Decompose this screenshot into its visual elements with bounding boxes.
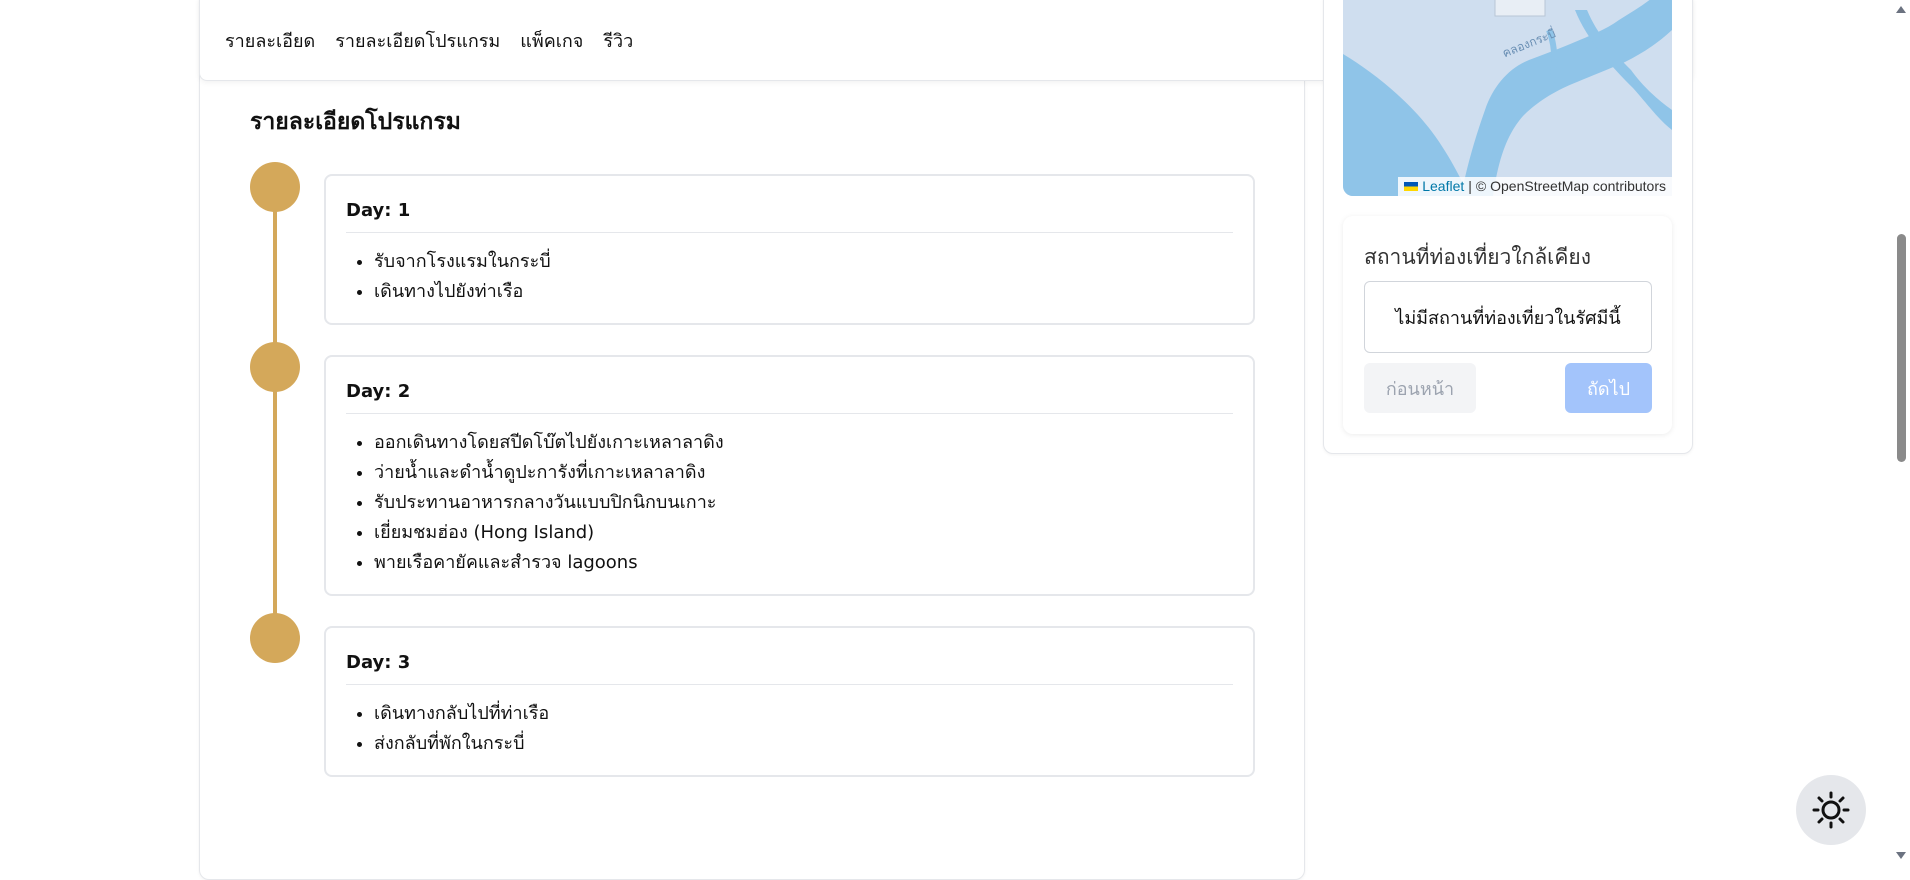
- activity-item: ว่ายน้ำและดำน้ำดูปะการังที่เกาะเหลาลาดิง: [374, 458, 1233, 488]
- activity-item: เดินทางไปยังท่าเรือ: [374, 277, 1233, 307]
- day-activity-list: ออกเดินทางโดยสปีดโบ๊ตไปยังเกาะเหลาลาดิง …: [346, 414, 1233, 594]
- tab-list: รายละเอียด รายละเอียดโปรแกรม แพ็คเกจ รีว…: [225, 26, 633, 55]
- next-button[interactable]: ถัดไป: [1565, 363, 1652, 413]
- theme-toggle-button[interactable]: [1796, 775, 1866, 845]
- tab-packages[interactable]: แพ็คเกจ: [520, 26, 583, 55]
- scroll-up-arrow-icon[interactable]: [1896, 6, 1906, 13]
- day-title: Day: 1: [346, 176, 1233, 233]
- activity-item: รับประทานอาหารกลางวันแบบปิกนิกบนเกาะ: [374, 488, 1233, 518]
- scroll-down-arrow-icon[interactable]: [1896, 852, 1906, 859]
- scrollbar-thumb[interactable]: [1897, 234, 1906, 462]
- timeline-line: [273, 186, 277, 638]
- section-title: รายละเอียดโปรแกรม: [250, 109, 461, 135]
- previous-button[interactable]: ก่อนหน้า: [1364, 363, 1476, 413]
- ukraine-flag-icon: [1404, 181, 1419, 191]
- day-title: Day: 3: [346, 628, 1233, 685]
- nearby-title: สถานที่ท่องเที่ยวใกล้เคียง: [1364, 245, 1591, 269]
- day-card-1: Day: 1 รับจากโรงแรมในกระบี่ เดินทางไปยัง…: [324, 174, 1255, 325]
- activity-item: รับจากโรงแรมในกระบี่: [374, 247, 1233, 277]
- nearby-empty-message: ไม่มีสถานที่ท่องเที่ยวในรัศมีนี้: [1364, 281, 1652, 353]
- day-activity-list: รับจากโรงแรมในกระบี่ เดินทางไปยังท่าเรือ: [346, 233, 1233, 323]
- day-activity-list: เดินทางกลับไปที่ท่าเรือ ส่งกลับที่พักในก…: [346, 685, 1233, 775]
- sun-icon: [1812, 791, 1850, 829]
- map-attribution: Leaflet | © OpenStreetMap contributors: [1398, 177, 1672, 196]
- activity-item: ออกเดินทางโดยสปีดโบ๊ตไปยังเกาะเหลาลาดิง: [374, 428, 1233, 458]
- day-card-3: Day: 3 เดินทางกลับไปที่ท่าเรือ ส่งกลับที…: [324, 626, 1255, 777]
- day-card-2: Day: 2 ออกเดินทางโดยสปีดโบ๊ตไปยังเกาะเหล…: [324, 355, 1255, 596]
- tab-reviews[interactable]: รีวิว: [603, 26, 633, 55]
- timeline-dot-day-1: [250, 162, 300, 212]
- map[interactable]: คลองกระบี่ Leaflet | © OpenStreetMap con…: [1343, 0, 1672, 196]
- day-title: Day: 2: [346, 357, 1233, 414]
- leaflet-link[interactable]: Leaflet: [1422, 178, 1464, 194]
- tab-program-details[interactable]: รายละเอียดโปรแกรม: [335, 26, 500, 55]
- activity-item: เยี่ยมชมฮ่อง (Hong Island): [374, 518, 1233, 548]
- tab-details[interactable]: รายละเอียด: [225, 26, 315, 55]
- osm-attribution[interactable]: © OpenStreetMap contributors: [1476, 178, 1666, 194]
- timeline-dot-day-2: [250, 342, 300, 392]
- map-tiles[interactable]: คลองกระบี่: [1343, 0, 1672, 196]
- timeline-dot-day-3: [250, 613, 300, 663]
- nearby-attractions-card: สถานที่ท่องเที่ยวใกล้เคียง ไม่มีสถานที่ท…: [1343, 216, 1672, 434]
- activity-item: ส่งกลับที่พักในกระบี่: [374, 729, 1233, 759]
- activity-item: พายเรือคายัคและสำรวจ lagoons: [374, 548, 1233, 578]
- attribution-separator: |: [1468, 178, 1472, 194]
- activity-item: เดินทางกลับไปที่ท่าเรือ: [374, 699, 1233, 729]
